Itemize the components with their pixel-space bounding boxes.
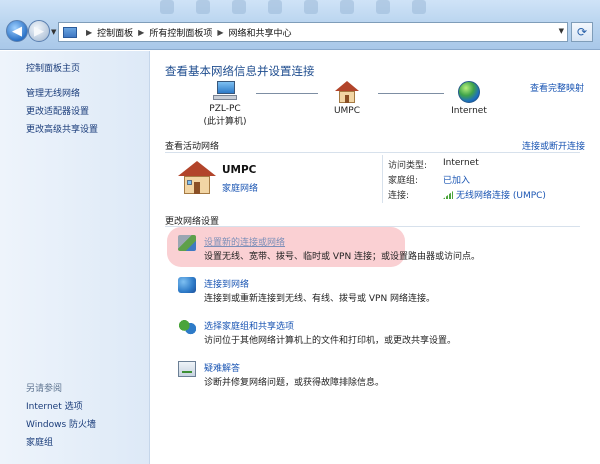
address-bar-area: ◀ ▶ ▼ ▶ 控制面板 ▶ 所有控制面板项 ▶ 网络和共享中心 ▼ ⟳ (0, 0, 600, 50)
homegroup-label: 家庭组: (388, 176, 419, 186)
address-bar[interactable]: ▶ 控制面板 ▶ 所有控制面板项 ▶ 网络和共享中心 ▼ (58, 22, 568, 42)
computer-icon (213, 81, 237, 101)
desktop-icons-background (160, 0, 490, 18)
globe-icon (458, 81, 480, 103)
chevron-right-icon[interactable]: ▶ (138, 28, 144, 37)
forward-arrow-icon: ▶ (34, 23, 44, 39)
see-also-internet-options[interactable]: Internet 选项 (26, 399, 83, 412)
page-title: 查看基本网络信息并设置连接 (165, 64, 315, 78)
connect-network-icon (178, 277, 196, 293)
connection-value-link[interactable]: 无线网络连接 (UMPC) (443, 188, 546, 201)
connect-disconnect-link[interactable]: 连接或断开连接 (522, 139, 585, 152)
sidebar: 控制面板主页 管理无线网络 更改适配器设置 更改高级共享设置 另请参阅 Inte… (0, 51, 150, 464)
task-setup-connection[interactable]: 设置新的连接或网络 设置无线、宽带、拨号、临时或 VPN 连接；或设置路由器或访… (178, 235, 588, 265)
active-network-name: UMPC (222, 164, 257, 176)
task-troubleshoot[interactable]: 疑难解答 诊断并修复网络问题，或获得故障排除信息。 (178, 361, 588, 391)
chevron-right-icon[interactable]: ▶ (86, 28, 92, 37)
breadcrumb-network-center[interactable]: 网络和共享中心 (229, 26, 292, 39)
map-node-network[interactable]: UMPC (322, 81, 372, 116)
sidebar-item-manage-wireless[interactable]: 管理无线网络 (26, 86, 80, 99)
homegroup-icon (178, 319, 196, 335)
troubleshoot-icon (178, 361, 196, 377)
breadcrumb-all-items[interactable]: 所有控制面板项 (149, 26, 212, 39)
task-title[interactable]: 设置新的连接或网络 (204, 235, 285, 248)
task-description: 访问位于其他网络计算机上的文件和打印机，或更改共享设置。 (204, 336, 457, 346)
map-node-computer[interactable]: PZL-PC (此计算机) (200, 81, 250, 127)
map-link-line (256, 93, 318, 94)
chevron-right-icon[interactable]: ▶ (217, 28, 223, 37)
setup-connection-icon (178, 235, 196, 251)
refresh-icon: ⟳ (576, 25, 588, 39)
wireless-signal-icon (443, 191, 453, 199)
divider (165, 152, 580, 153)
task-title[interactable]: 连接到网络 (204, 277, 249, 290)
task-description: 连接到或重新连接到无线、有线、拨号或 VPN 网络连接。 (204, 294, 436, 304)
recent-pages-dropdown[interactable]: ▼ (51, 28, 56, 36)
network-name: UMPC (333, 106, 361, 116)
back-arrow-icon: ◀ (12, 23, 22, 39)
network-type-link[interactable]: 家庭网络 (222, 181, 258, 194)
see-full-map-link[interactable]: 查看完整映射 (530, 81, 584, 94)
map-link-line (378, 93, 444, 94)
computer-subtitle: (此计算机) (203, 117, 247, 127)
sidebar-item-advanced-sharing[interactable]: 更改高级共享设置 (26, 122, 98, 135)
task-homegroup-sharing[interactable]: 选择家庭组和共享选项 访问位于其他网络计算机上的文件和打印机，或更改共享设置。 (178, 319, 588, 349)
address-dropdown-icon[interactable]: ▼ (559, 27, 564, 35)
divider (382, 155, 383, 203)
home-network-icon (178, 161, 216, 195)
sidebar-item-adapter-settings[interactable]: 更改适配器设置 (26, 104, 89, 117)
forward-button[interactable]: ▶ (28, 20, 50, 42)
map-node-internet[interactable]: Internet (444, 81, 494, 116)
task-title[interactable]: 选择家庭组和共享选项 (204, 319, 294, 332)
see-also-heading: 另请参阅 (26, 384, 63, 394)
access-type-label: 访问类型: (388, 161, 428, 171)
task-title[interactable]: 疑难解答 (204, 361, 240, 374)
back-button[interactable]: ◀ (6, 20, 28, 42)
computer-name: PZL-PC (209, 104, 241, 114)
breadcrumb-control-panel[interactable]: 控制面板 (97, 26, 133, 39)
active-networks-heading: 查看活动网络 (165, 142, 220, 152)
control-panel-icon (63, 26, 77, 38)
refresh-button[interactable]: ⟳ (571, 22, 593, 42)
see-also-firewall[interactable]: Windows 防火墙 (26, 417, 96, 430)
access-type-value: Internet (443, 158, 479, 168)
connection-value: 无线网络连接 (UMPC) (456, 191, 546, 201)
main-content: 查看基本网络信息并设置连接 查看完整映射 PZL-PC (此计算机) UMPC … (150, 51, 600, 464)
task-description: 诊断并修复网络问题，或获得故障排除信息。 (204, 378, 385, 388)
see-also-homegroup[interactable]: 家庭组 (26, 435, 53, 448)
home-network-icon (335, 81, 359, 103)
sidebar-item-control-panel-home[interactable]: 控制面板主页 (26, 61, 80, 74)
connection-label: 连接: (388, 191, 410, 201)
task-connect-network[interactable]: 连接到网络 连接到或重新连接到无线、有线、拨号或 VPN 网络连接。 (178, 277, 588, 307)
internet-label: Internet (451, 106, 487, 116)
task-description: 设置无线、宽带、拨号、临时或 VPN 连接；或设置路由器或访问点。 (204, 252, 481, 262)
homegroup-value-link[interactable]: 已加入 (443, 173, 470, 186)
